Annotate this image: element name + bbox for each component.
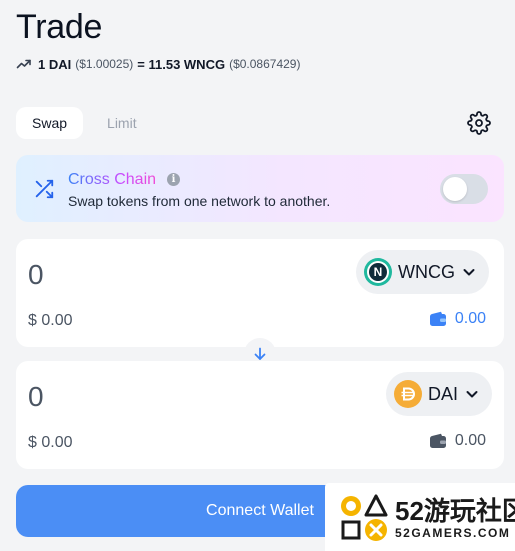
to-token-card: 0 DAI $ 0.00 0.00 [16, 361, 504, 469]
rate-quote-usd: ($0.0867429) [229, 57, 301, 71]
rate-base-usd: ($1.00025) [75, 57, 134, 71]
settings-button[interactable] [466, 110, 492, 136]
to-token-name: DAI [428, 383, 459, 404]
cross-chain-title: Cross Chain [68, 171, 157, 188]
exchange-rate: 1 DAI ($1.00025) = 11.53 WNCG ($0.086742… [16, 56, 300, 72]
wallet-icon [429, 311, 446, 326]
tab-limit[interactable]: Limit [91, 107, 153, 139]
tab-swap[interactable]: Swap [16, 107, 84, 139]
page-title: Trade [16, 8, 103, 46]
watermark-text-en: 52GAMERS.COM [395, 526, 511, 540]
to-usd-value: $ 0.00 [28, 434, 73, 451]
wallet-icon [429, 433, 446, 448]
dai-logo [394, 380, 422, 408]
rate-quote: = 11.53 WNCG [137, 56, 226, 72]
cross-chain-subtitle: Swap tokens from one network to another. [68, 193, 331, 209]
to-balance: 0.00 [429, 432, 486, 450]
from-balance[interactable]: 0.00 [429, 310, 486, 328]
cross-chain-banner: Cross Chain i Swap tokens from one netwo… [16, 155, 504, 222]
to-token-selector[interactable]: DAI [386, 372, 493, 416]
site-watermark: 52游玩社区 52GAMERS.COM [325, 483, 515, 551]
cross-chain-toggle[interactable] [440, 174, 488, 204]
wncg-logo: N [364, 258, 392, 286]
from-usd-value: $ 0.00 [28, 312, 73, 329]
from-token-selector[interactable]: N WNCG [356, 250, 489, 294]
rate-base: 1 DAI [38, 56, 72, 72]
watermark-logo-icon [341, 494, 388, 541]
chevron-down-icon [466, 391, 478, 398]
from-balance-value: 0.00 [454, 310, 486, 327]
trade-page: Trade 1 DAI ($1.00025) = 11.53 WNCG ($0.… [0, 0, 515, 551]
from-token-name: WNCG [398, 261, 455, 282]
trend-up-icon [16, 59, 31, 69]
toggle-knob [443, 177, 467, 201]
from-amount-input[interactable]: 0 [28, 259, 44, 291]
gear-icon [467, 111, 491, 135]
info-icon[interactable]: i [167, 173, 180, 186]
watermark-text-cn: 52游玩社区 [395, 496, 515, 526]
to-amount-input[interactable]: 0 [28, 381, 44, 413]
chevron-down-icon [463, 269, 475, 276]
trade-tabs: Swap Limit [16, 107, 153, 139]
from-token-card: 0 N WNCG $ 0.00 0.00 [16, 239, 504, 347]
shuffle-icon [35, 179, 54, 199]
to-balance-value: 0.00 [454, 432, 486, 449]
arrow-down-icon [254, 347, 266, 360]
